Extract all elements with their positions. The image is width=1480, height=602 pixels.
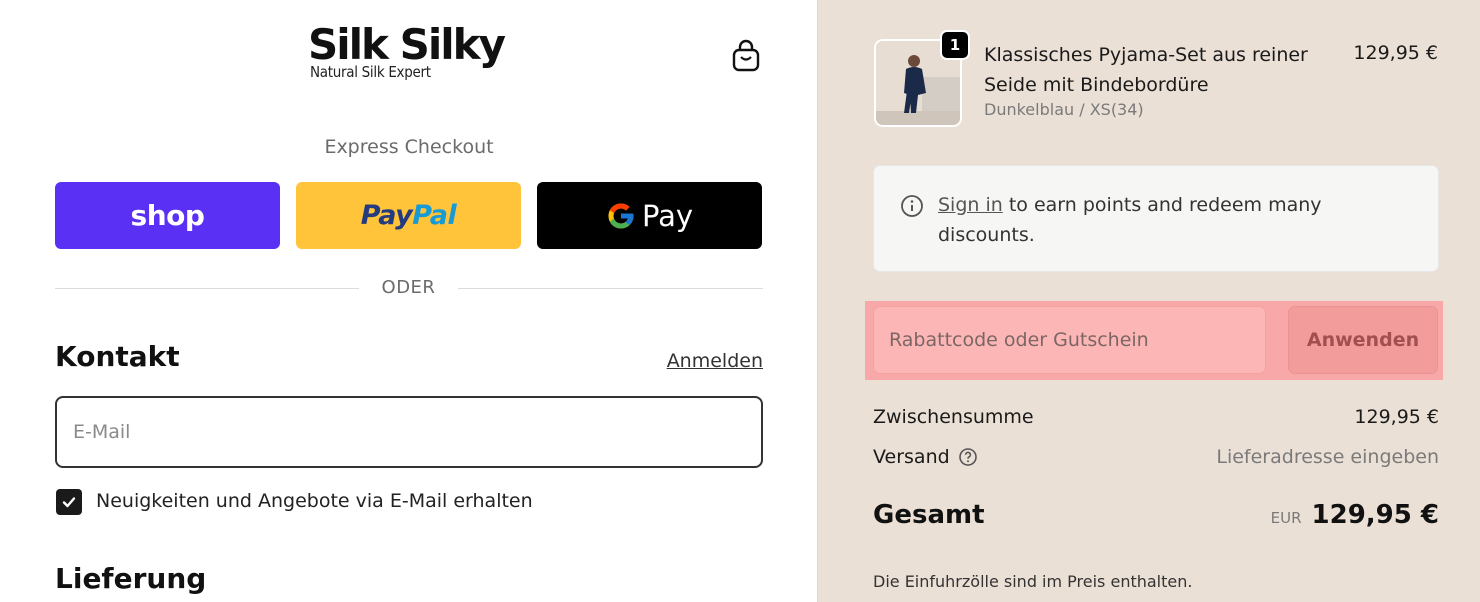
google-pay-button[interactable]: Pay: [537, 182, 762, 249]
shopping-bag-icon[interactable]: [729, 38, 763, 74]
loyalty-info-box: Sign in to earn points and redeem many d…: [873, 165, 1439, 272]
subtotal-label: Zwischensumme: [873, 406, 1034, 428]
shop-pay-label: shop: [130, 199, 205, 232]
subtotal-value: 129,95 €: [1354, 406, 1439, 428]
total-label: Gesamt: [873, 500, 985, 530]
shop-pay-button[interactable]: shop: [55, 182, 280, 249]
login-link[interactable]: Anmelden: [667, 350, 763, 372]
discount-section: Anwenden: [865, 301, 1443, 380]
checkout-main: Silk Silky Natural Silk Expert Express C…: [0, 0, 817, 602]
divider-or-text: ODER: [381, 277, 436, 298]
discount-code-field[interactable]: [873, 306, 1266, 374]
newsletter-checkbox[interactable]: [56, 489, 82, 515]
contact-heading: Kontakt: [55, 340, 180, 373]
order-summary: 1 Klassisches Pyjama-Set aus reiner Seid…: [817, 0, 1480, 602]
google-pay-label: Pay: [641, 198, 694, 233]
shipping-value: Lieferadresse eingeben: [1216, 446, 1439, 468]
info-icon: [901, 195, 923, 217]
google-g-icon: [608, 203, 634, 228]
brand-name: Silk Silky: [308, 20, 506, 69]
shipping-row: Versand Lieferadresse eingeben: [873, 446, 1439, 468]
duties-note: Die Einfuhrzölle sind im Preis enthalten…: [873, 572, 1193, 591]
total-currency: EUR: [1270, 509, 1302, 527]
divider-left: [55, 288, 359, 289]
loyalty-info-text: Sign in to earn points and redeem many d…: [938, 190, 1398, 250]
sign-in-link[interactable]: Sign in: [938, 194, 1003, 216]
apply-discount-button[interactable]: Anwenden: [1288, 306, 1438, 374]
product-name: Klassisches Pyjama-Set aus reiner Seide …: [984, 44, 1308, 96]
email-input[interactable]: [73, 421, 745, 443]
delivery-heading: Lieferung: [55, 562, 207, 595]
product-price: 129,95 €: [1353, 42, 1438, 64]
total-row: Gesamt EUR 129,95 €: [873, 500, 1439, 530]
newsletter-label[interactable]: Neuigkeiten und Angebote via E-Mail erha…: [96, 490, 533, 512]
paypal-logo: PayPal: [360, 200, 457, 231]
checkmark-icon: [62, 497, 76, 508]
product-variant: Dunkelblau / XS(34): [984, 100, 1144, 119]
shipping-label: Versand: [873, 446, 950, 468]
email-field[interactable]: [55, 396, 763, 468]
discount-code-input[interactable]: [889, 329, 1250, 351]
brand-logo[interactable]: Silk Silky Natural Silk Expert: [308, 22, 513, 92]
divider-right: [458, 288, 763, 289]
paypal-button[interactable]: PayPal: [296, 182, 521, 249]
help-icon[interactable]: [958, 447, 978, 467]
total-amount: 129,95 €: [1311, 500, 1439, 530]
subtotal-row: Zwischensumme 129,95 €: [873, 406, 1439, 428]
express-checkout-title: Express Checkout: [324, 136, 494, 158]
quantity-badge: 1: [940, 30, 970, 60]
